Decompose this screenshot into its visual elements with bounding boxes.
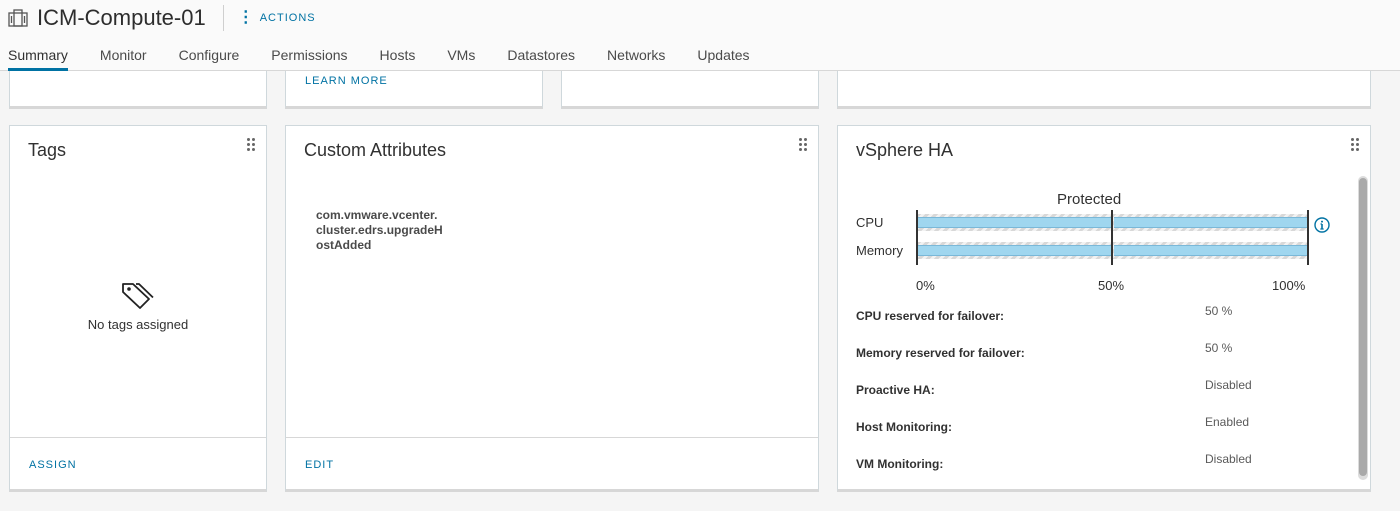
ha-status: Protected (1057, 191, 1122, 208)
tab-configure[interactable]: Configure (179, 43, 240, 71)
memory-reserved-value: 50 % (1205, 341, 1233, 355)
info-icon[interactable] (1314, 217, 1330, 233)
no-tags-message: No tags assigned (87, 317, 189, 332)
card-partial-4 (837, 71, 1371, 109)
tab-permissions[interactable]: Permissions (271, 43, 347, 71)
actions-button[interactable]: ⋮ ACTIONS (237, 9, 316, 26)
axis-line-0 (916, 210, 918, 265)
host-monitoring-value: Enabled (1205, 415, 1250, 429)
scrollbar[interactable] (1358, 176, 1368, 480)
axis-tick-100: 100% (1272, 278, 1306, 293)
tab-updates[interactable]: Updates (697, 43, 749, 71)
tab-bar: Summary Monitor Configure Permissions Ho… (8, 43, 782, 71)
card-partial-1 (9, 71, 267, 109)
tag-icon (122, 283, 154, 309)
scrollbar-thumb[interactable] (1359, 178, 1367, 476)
tags-title: Tags (28, 140, 67, 160)
axis-line-100 (1307, 210, 1309, 265)
proactive-ha-value: Disabled (1205, 378, 1252, 392)
page-header: ICM-Compute-01 ⋮ ACTIONS Summary Monitor… (0, 0, 1400, 71)
host-monitoring-label: Host Monitoring: (856, 420, 952, 434)
edit-button[interactable]: EDIT (305, 459, 334, 471)
tab-datastores[interactable]: Datastores (507, 43, 575, 71)
vsphere-ha-title: vSphere HA (856, 140, 954, 160)
divider (222, 5, 224, 31)
cpu-reserved-fill (917, 217, 1112, 228)
vsphere-ha-card: vSphere HA Protected CPU Memory 0% 50% 1… (837, 125, 1371, 492)
custom-attributes-card: Custom Attributes com.vmware.vcenter. cl… (285, 125, 819, 492)
tags-card: Tags No tags assigned ASSIGN (9, 125, 267, 492)
drag-handle-icon[interactable] (1351, 138, 1360, 152)
vm-monitoring-label: VM Monitoring: (856, 457, 944, 471)
axis-tick-0: 0% (916, 278, 935, 293)
vm-monitoring-value: Disabled (1205, 452, 1252, 466)
custom-attributes-footer: EDIT (286, 437, 818, 489)
title-row: ICM-Compute-01 ⋮ ACTIONS (8, 4, 316, 32)
learn-more-link[interactable]: LEARN MORE (305, 75, 388, 87)
actions-label: ACTIONS (259, 12, 316, 24)
cpu-label: CPU (856, 215, 884, 230)
tab-hosts[interactable]: Hosts (380, 43, 416, 71)
memory-label: Memory (856, 243, 903, 258)
tab-networks[interactable]: Networks (607, 43, 665, 71)
proactive-ha-label: Proactive HA: (856, 383, 935, 397)
axis-line-50 (1111, 210, 1113, 265)
assign-button[interactable]: ASSIGN (29, 459, 77, 471)
page-title: ICM-Compute-01 (37, 5, 206, 30)
memory-reserved-label: Memory reserved for failover: (856, 346, 1025, 360)
cpu-reserved-label: CPU reserved for failover: (856, 309, 1005, 323)
attribute-name: com.vmware.vcenter. cluster.edrs.upgrade… (316, 208, 443, 252)
drag-handle-icon[interactable] (247, 138, 256, 152)
card-partial-3 (561, 71, 819, 109)
cpu-available-fill (1114, 217, 1307, 228)
tab-summary[interactable]: Summary (8, 43, 68, 71)
drag-handle-icon[interactable] (799, 138, 808, 152)
tags-footer: ASSIGN (10, 437, 266, 489)
tab-vms[interactable]: VMs (447, 43, 475, 71)
memory-reserved-fill (917, 245, 1112, 256)
cluster-icon (8, 8, 28, 28)
card-partial-2: LEARN MORE (285, 71, 543, 109)
custom-attributes-title: Custom Attributes (304, 140, 447, 160)
tab-monitor[interactable]: Monitor (100, 43, 147, 71)
memory-available-fill (1114, 245, 1307, 256)
axis-tick-50: 50% (1098, 278, 1125, 293)
more-vertical-icon: ⋮ (237, 9, 255, 26)
cpu-reserved-value: 50 % (1205, 304, 1233, 318)
